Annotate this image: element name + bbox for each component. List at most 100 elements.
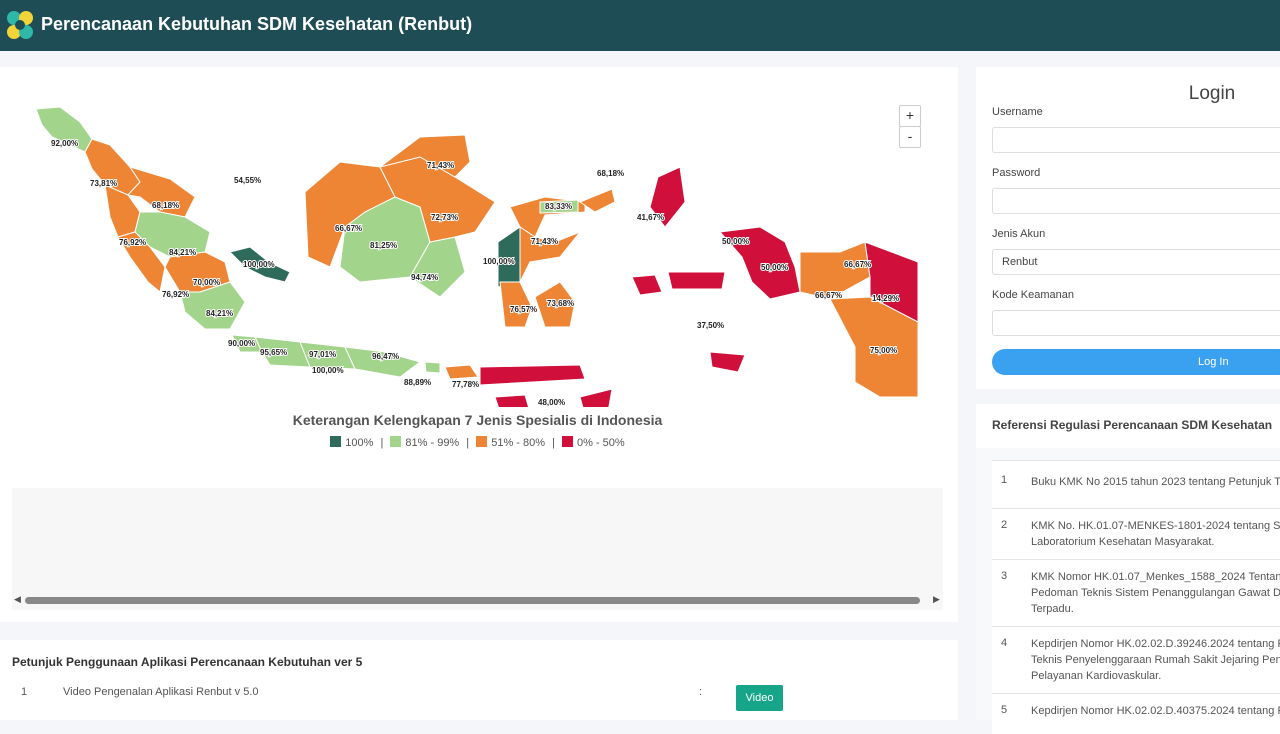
map-label: 81,25%	[370, 241, 397, 250]
reference-link[interactable]: Buku KMK No 2015 tahun 2023 tentang Petu…	[1031, 474, 1280, 490]
legend-swatch	[476, 436, 488, 447]
zoom-out-button[interactable]: -	[899, 126, 921, 148]
reference-number: 1	[1001, 474, 1008, 486]
map-legend: 100% | 81% - 99% | 51% - 80% | 0% - 50%	[0, 436, 955, 449]
security-code-field[interactable]	[992, 310, 1280, 336]
map-label: 48,00%	[538, 398, 565, 407]
guide-row-separator: :	[699, 686, 703, 698]
map-label: 84,21%	[206, 309, 233, 318]
references-title: Referensi Regulasi Perencanaan SDM Keseh…	[992, 418, 1273, 432]
legend-label: 51% - 80%	[491, 437, 546, 449]
legend-item-100: 100%	[330, 436, 373, 449]
scroll-right-arrow-icon[interactable]: ▶	[933, 594, 940, 605]
map-label: 54,55%	[234, 176, 261, 185]
region-sulteng2	[519, 226, 582, 283]
top-navbar: Perencanaan Kebutuhan SDM Kesehatan (Ren…	[0, 0, 1280, 51]
password-label: Password	[992, 167, 1041, 179]
security-code-label: Kode Keamanan	[992, 289, 1074, 301]
map-card: 92,00% 73,81% 54,55% 68,18% 76,92% 84,21…	[0, 67, 958, 622]
reference-link[interactable]: KMK Nomor HK.01.07_Menkes_1588_2024 Tent…	[1031, 569, 1280, 617]
map-label: 68,18%	[597, 169, 624, 178]
reference-number: 5	[1001, 704, 1008, 716]
guide-card: Petunjuk Penggunaan Aplikasi Perencanaan…	[0, 640, 958, 720]
map-title: Keterangan Kelengkapan 7 Jenis Spesialis…	[292, 412, 663, 428]
legend-item-0-50: 0% - 50%	[562, 436, 625, 449]
legend-item-51-80: 51% - 80%	[476, 436, 545, 449]
legend-item-81-99: 81% - 99%	[390, 436, 459, 449]
app-title: Perencanaan Kebutuhan SDM Kesehatan (Ren…	[41, 14, 473, 34]
login-button[interactable]: Log In	[992, 349, 1280, 375]
region-bali	[424, 361, 441, 374]
reference-row: 1 Buku KMK No 2015 tahun 2023 tentang Pe…	[992, 460, 1280, 509]
video-button[interactable]: Video	[736, 685, 783, 711]
map-label: 71,43%	[531, 237, 558, 246]
guide-row-text: Video Pengenalan Aplikasi Renbut v 5.0	[63, 686, 259, 698]
map-label: 66,67%	[335, 224, 362, 233]
reference-number: 4	[1001, 637, 1008, 649]
login-title: Login	[1188, 83, 1236, 104]
references-list: 1 Buku KMK No 2015 tahun 2023 tentang Pe…	[976, 448, 1280, 734]
reference-link[interactable]: KMK No. HK.01.07-MENKES-1801-2024 tentan…	[1031, 518, 1280, 550]
map-label: 83,33%	[545, 202, 572, 211]
scroll-left-arrow-icon[interactable]: ◀	[14, 594, 21, 605]
legend-separator: |	[380, 437, 384, 449]
map-label: 95,65%	[260, 348, 287, 357]
map-label: 97,01%	[309, 350, 336, 359]
reference-row: 5 Kepdirjen Nomor HK.02.02.D.40375.2024 …	[992, 693, 1280, 734]
legend-label: 0% - 50%	[577, 437, 625, 449]
map-label: 100,00%	[243, 260, 275, 269]
map-label: 71,43%	[427, 161, 454, 170]
region-ntb	[444, 364, 479, 380]
legend-swatch	[330, 436, 342, 447]
account-type-select[interactable]: Renbut	[992, 249, 1280, 275]
legend-label: 81% - 99%	[405, 437, 460, 449]
map-label: 70,00%	[193, 278, 220, 287]
map-label: 41,67%	[637, 213, 664, 222]
reference-row: 2 KMK No. HK.01.07-MENKES-1801-2024 tent…	[992, 508, 1280, 560]
map-label: 94,74%	[411, 273, 438, 282]
region-maluku	[631, 274, 663, 296]
password-field[interactable]	[992, 188, 1280, 214]
map-label: 88,89%	[404, 378, 431, 387]
reference-row: 4 Kepdirjen Nomor HK.02.02.D.39246.2024 …	[992, 626, 1280, 694]
username-field[interactable]	[992, 127, 1280, 153]
zoom-in-button[interactable]: +	[899, 105, 921, 127]
map-label: 75,00%	[870, 346, 897, 355]
references-header: Referensi Regulasi Perencanaan SDM Keseh…	[976, 404, 1280, 448]
horizontal-scrollbar[interactable]	[25, 597, 920, 604]
region-maluku3	[709, 351, 746, 373]
legend-swatch	[390, 436, 402, 447]
region-maluku2	[667, 271, 726, 290]
map-label: 68,18%	[152, 201, 179, 210]
map-label: 76,57%	[510, 305, 537, 314]
guide-row-number: 1	[21, 686, 28, 698]
region-ntt-timor2	[579, 388, 613, 407]
map-label: 90,00%	[228, 339, 255, 348]
indonesia-map[interactable]: 92,00% 73,81% 54,55% 68,18% 76,92% 84,21…	[0, 67, 958, 407]
map-label: 50,00%	[761, 263, 788, 272]
map-label: 92,00%	[51, 139, 78, 148]
map-label: 73,81%	[90, 179, 117, 188]
reference-number: 3	[1001, 570, 1008, 582]
map-label: 77,78%	[452, 380, 479, 389]
map-label: 76,92%	[119, 238, 146, 247]
map-scroll-area	[12, 488, 943, 610]
login-card: Login Username Password Jenis Akun Renbu…	[976, 67, 1280, 389]
reference-link[interactable]: Kepdirjen Nomor HK.02.02.D.39246.2024 te…	[1031, 636, 1280, 684]
username-label: Username	[992, 106, 1043, 118]
reference-link[interactable]: Kepdirjen Nomor HK.02.02.D.40375.2024 te…	[1031, 703, 1280, 719]
legend-label: 100%	[345, 437, 374, 449]
legend-separator: |	[552, 437, 555, 449]
map-label: 100,00%	[312, 366, 344, 375]
legend-swatch	[562, 436, 573, 447]
map-label: 66,67%	[844, 260, 871, 269]
kemenkes-logo-icon	[7, 11, 33, 39]
reference-row: 3 KMK Nomor HK.01.07_Menkes_1588_2024 Te…	[992, 559, 1280, 627]
region-ntt	[479, 364, 586, 386]
map-label: 73,68%	[547, 299, 574, 308]
reference-number: 2	[1001, 519, 1008, 531]
guide-title: Petunjuk Penggunaan Aplikasi Perencanaan…	[12, 655, 363, 669]
region-ntt-timor	[494, 394, 530, 407]
account-type-label: Jenis Akun	[992, 228, 1046, 240]
map-label: 66,67%	[815, 291, 842, 300]
